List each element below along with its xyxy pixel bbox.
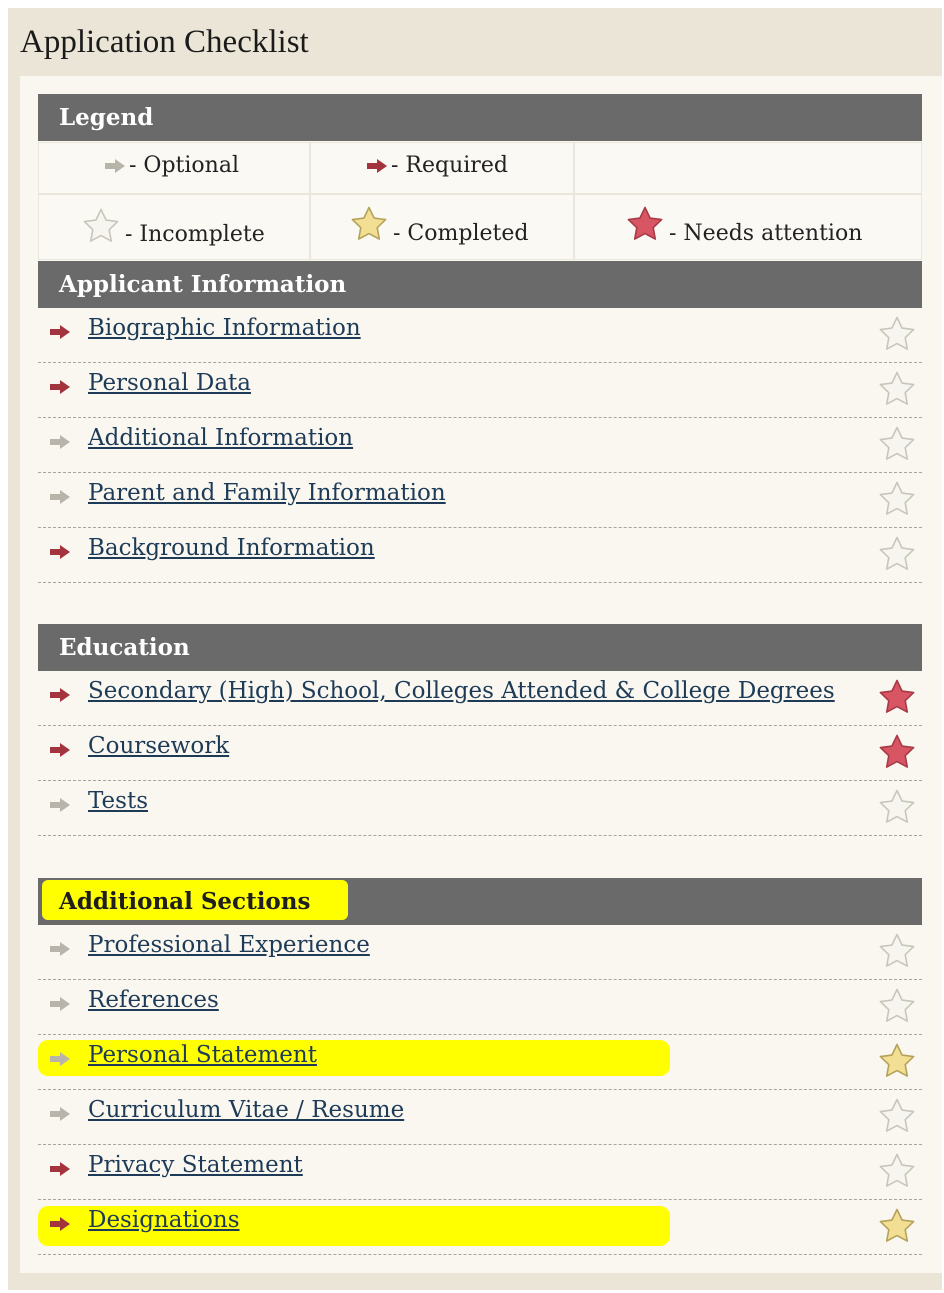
checklist-row-personal-data: Personal Data bbox=[38, 363, 922, 418]
checklist-link-personal-data[interactable]: Personal Data bbox=[88, 370, 251, 396]
legend-cell: - Needs attention bbox=[574, 194, 922, 260]
required-arrow-icon bbox=[50, 743, 70, 757]
legend-needs-attention-label: - Needs attention bbox=[669, 221, 863, 246]
legend-required-label: - Required bbox=[391, 153, 508, 178]
legend-incomplete-label: - Incomplete bbox=[125, 221, 265, 247]
checklist-link-additional-information[interactable]: Additional Information bbox=[88, 425, 353, 451]
checklist-row-tests: Tests bbox=[38, 781, 922, 836]
checklist-link-background-information[interactable]: Background Information bbox=[88, 535, 375, 561]
checklist-row-professional-experience: Professional Experience bbox=[38, 925, 922, 980]
optional-arrow-icon bbox=[50, 1107, 70, 1121]
required-arrow-icon bbox=[50, 545, 70, 559]
incomplete-star-icon[interactable] bbox=[877, 932, 917, 972]
incomplete-star-icon[interactable] bbox=[877, 480, 917, 520]
required-arrow-icon bbox=[50, 688, 70, 702]
optional-arrow-icon bbox=[50, 435, 70, 449]
optional-arrow-icon bbox=[50, 1052, 70, 1066]
optional-arrow-icon bbox=[50, 798, 70, 812]
legend-needs-attention: - Needs attention bbox=[625, 203, 862, 246]
section-title: Education bbox=[59, 634, 190, 661]
legend-header-label: Legend bbox=[59, 104, 154, 131]
checklist-link-designations[interactable]: Designations bbox=[88, 1207, 240, 1233]
incomplete-star-icon[interactable] bbox=[877, 370, 917, 410]
incomplete-star-icon[interactable] bbox=[877, 788, 917, 828]
checklist-row-additional-information: Additional Information bbox=[38, 418, 922, 473]
page-title: Application Checklist bbox=[20, 24, 309, 60]
optional-arrow-icon bbox=[50, 490, 70, 504]
legend-completed-label: - Completed bbox=[393, 221, 529, 246]
legend-header: Legend bbox=[38, 94, 922, 141]
legend-cell: - Incomplete bbox=[38, 194, 310, 260]
checklist-link-biographic-information[interactable]: Biographic Information bbox=[88, 315, 361, 341]
checklist-row-secondary-school: Secondary (High) School, Colleges Attend… bbox=[38, 671, 922, 726]
incomplete-star-icon bbox=[83, 208, 119, 242]
completed-star-icon bbox=[351, 206, 387, 240]
incomplete-star-icon[interactable] bbox=[877, 1152, 917, 1192]
legend-optional: - Optional bbox=[105, 153, 239, 178]
incomplete-star-icon[interactable] bbox=[877, 425, 917, 465]
incomplete-star-icon[interactable] bbox=[877, 315, 917, 355]
required-arrow-icon bbox=[367, 158, 387, 173]
legend-cell bbox=[574, 142, 922, 194]
checklist-row-curriculum-vitae: Curriculum Vitae / Resume bbox=[38, 1090, 922, 1145]
checklist-link-tests[interactable]: Tests bbox=[88, 788, 148, 814]
legend-cell: - Completed bbox=[310, 194, 574, 260]
section-title: Applicant Information bbox=[59, 271, 347, 298]
checklist-row-coursework: Coursework bbox=[38, 726, 922, 781]
checklist-link-references[interactable]: References bbox=[88, 987, 219, 1013]
checklist-row-background-information: Background Information bbox=[38, 528, 922, 583]
incomplete-star-icon[interactable] bbox=[877, 535, 917, 575]
legend-table: - Optional - Required - Incomplete - Com… bbox=[38, 142, 922, 260]
checklist-row-biographic-information: Biographic Information bbox=[38, 308, 922, 363]
completed-star-icon[interactable] bbox=[877, 1042, 917, 1082]
checklist-link-professional-experience[interactable]: Professional Experience bbox=[88, 932, 370, 958]
legend-incomplete: - Incomplete bbox=[81, 207, 265, 247]
checklist-link-curriculum-vitae[interactable]: Curriculum Vitae / Resume bbox=[88, 1097, 404, 1123]
checklist-row-privacy-statement: Privacy Statement bbox=[38, 1145, 922, 1200]
legend-cell: - Optional bbox=[38, 142, 310, 194]
legend-cell: - Required bbox=[310, 142, 574, 194]
optional-arrow-icon bbox=[50, 997, 70, 1011]
section-header-education: Education bbox=[38, 624, 922, 671]
checklist-link-secondary-school[interactable]: Secondary (High) School, Colleges Attend… bbox=[88, 678, 835, 704]
optional-arrow-icon bbox=[50, 942, 70, 956]
legend-completed: - Completed bbox=[349, 203, 528, 246]
legend-optional-label: - Optional bbox=[129, 153, 239, 178]
incomplete-star-icon[interactable] bbox=[877, 1097, 917, 1137]
needs-attention-star-icon[interactable] bbox=[877, 678, 917, 718]
completed-star-icon[interactable] bbox=[877, 1207, 917, 1247]
needs-attention-star-icon[interactable] bbox=[877, 733, 917, 773]
checklist-row-designations: Designations bbox=[38, 1200, 922, 1255]
checklist-link-parent-and-family-information[interactable]: Parent and Family Information bbox=[88, 480, 446, 506]
checklist-row-parent-and-family-information: Parent and Family Information bbox=[38, 473, 922, 528]
optional-arrow-icon bbox=[105, 158, 125, 173]
checklist-link-personal-statement[interactable]: Personal Statement bbox=[88, 1042, 317, 1068]
section-header-additional-sections: Additional Sections bbox=[38, 878, 922, 925]
checklist-link-coursework[interactable]: Coursework bbox=[88, 733, 229, 759]
section-title: Additional Sections bbox=[59, 888, 311, 915]
section-header-applicant-information: Applicant Information bbox=[38, 261, 922, 308]
required-arrow-icon bbox=[50, 1162, 70, 1176]
required-arrow-icon bbox=[50, 380, 70, 394]
required-arrow-icon bbox=[50, 325, 70, 339]
required-arrow-icon bbox=[50, 1217, 70, 1231]
checklist-link-privacy-statement[interactable]: Privacy Statement bbox=[88, 1152, 303, 1178]
incomplete-star-icon[interactable] bbox=[877, 987, 917, 1027]
checklist-row-personal-statement: Personal Statement bbox=[38, 1035, 922, 1090]
checklist-row-references: References bbox=[38, 980, 922, 1035]
legend-required: - Required bbox=[367, 153, 508, 178]
needs-attention-star-icon bbox=[627, 206, 663, 240]
